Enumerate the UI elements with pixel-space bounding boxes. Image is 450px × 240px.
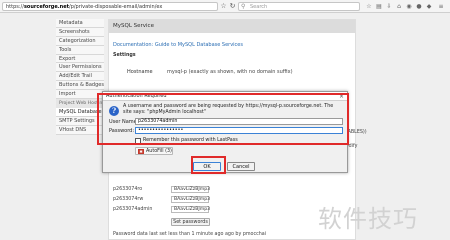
sidebar-item-screenshots[interactable]: Screenshots [56, 27, 104, 37]
addon-icon[interactable]: ◆ [425, 3, 433, 11]
autofill-button[interactable]: ✱ AutoFill (3) [135, 147, 173, 155]
pocket-icon[interactable]: ◉ [405, 3, 413, 11]
settings-heading: Settings [113, 53, 136, 58]
autofill-label: AutoFill (3) [146, 149, 172, 154]
search-input[interactable]: ⚲ Search [238, 2, 360, 11]
cancel-button[interactable]: Cancel [227, 162, 255, 171]
star-icon[interactable]: ☆ [219, 2, 228, 11]
sidebar-item-add-edit-trail[interactable]: Add/Edit Trail [56, 72, 104, 82]
lastpass-key-icon: ✱ [138, 149, 144, 154]
menu-icon[interactable]: ≡ [437, 3, 445, 11]
search-placeholder: Search [250, 4, 268, 10]
bookmark-icon[interactable]: ☆ [365, 3, 373, 11]
db-password-field[interactable]: BAavLiZzBJmp3 [171, 196, 210, 203]
highlight-credentials-box [97, 93, 349, 145]
url-prefix: https:// [6, 4, 24, 10]
reload-icon[interactable]: ↻ [228, 2, 237, 11]
sidebar-item-metadata[interactable]: Metadata [56, 19, 104, 28]
db-password-field[interactable]: BAavLiZzBJmp3 [171, 186, 210, 193]
db-user-label: p2633074ro [113, 187, 143, 192]
db-password-field[interactable]: BAavLiZzBJmp3 [171, 206, 210, 213]
url-host: sourceforge.net [23, 4, 70, 10]
home-icon[interactable]: ⌂ [395, 3, 403, 11]
panel-title: MySQL Service [109, 20, 355, 33]
documentation-link[interactable]: Documentation: Guide to MySQL Database S… [113, 42, 243, 48]
sidebar-item-categorization[interactable]: Categorization [56, 36, 104, 46]
password-footer-note: Password data last set less than 1 minut… [113, 232, 267, 237]
url-path: /p/private-disposable-email/admin/ex [69, 4, 163, 10]
sidebar-item-buttons-badges[interactable]: Buttons & Badges [56, 81, 104, 91]
hostname-value: mysql-p (exactly as shown, with no domai… [167, 69, 293, 75]
sidebar-item-user-permissions[interactable]: User Permissions [56, 63, 104, 73]
lastpass-icon[interactable]: ● [415, 3, 423, 11]
highlight-ok-box [191, 156, 226, 174]
reading-list-icon[interactable]: ▤ [375, 3, 383, 11]
sidebar-item-tools[interactable]: Tools [56, 45, 104, 55]
set-passwords-button[interactable]: Set passwords [171, 218, 210, 226]
address-bar[interactable]: https://sourceforge.net/p/private-dispos… [2, 2, 218, 11]
page: Metadata Screenshots Categorization Tool… [0, 13, 450, 240]
db-user-label: p2633074admin [113, 207, 153, 212]
sidebar-item-export[interactable]: Export [56, 54, 104, 64]
download-icon[interactable]: ⇩ [385, 3, 393, 11]
search-icon: ⚲ [241, 3, 246, 10]
hostname-label: Hostname [127, 69, 153, 75]
db-user-label: p2633074rw [113, 197, 144, 202]
watermark-text: 软件技巧 [318, 205, 418, 233]
browser-toolbar: https://sourceforge.net/p/private-dispos… [0, 0, 450, 13]
